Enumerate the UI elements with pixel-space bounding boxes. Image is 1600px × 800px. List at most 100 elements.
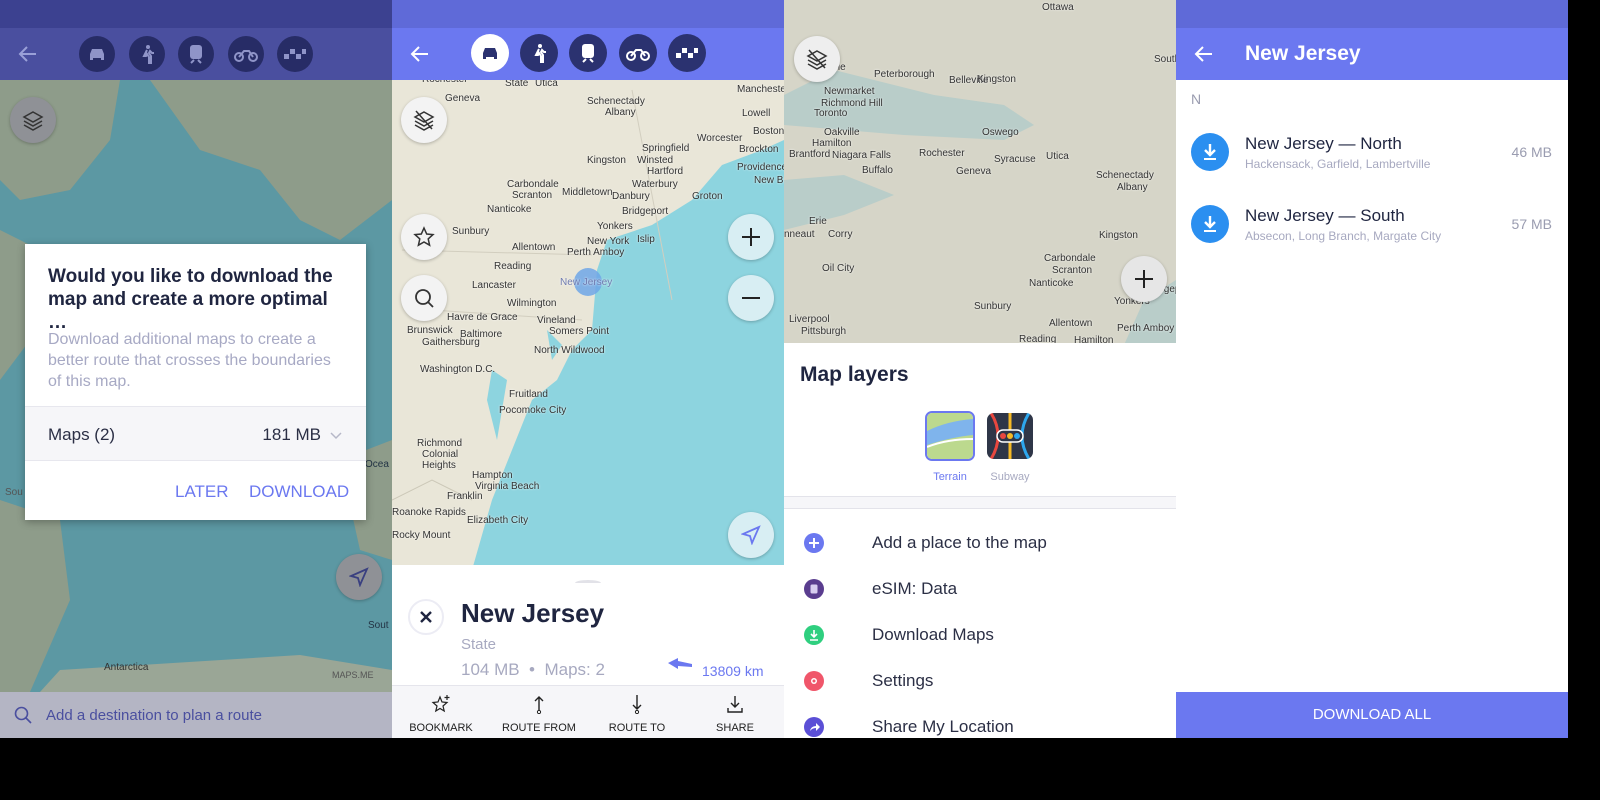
map-label: Roanoke Rapids: [392, 507, 466, 518]
map-label: Reading: [494, 261, 532, 272]
back-arrow-icon[interactable]: [14, 40, 42, 68]
status-bar: [1176, 0, 1568, 28]
my-location-button[interactable]: [336, 554, 382, 600]
layer-subway-button[interactable]: [987, 413, 1033, 459]
map-label: Nanticoke: [487, 204, 532, 215]
menu-label: Settings: [872, 671, 934, 690]
mode-bike-button[interactable]: [619, 34, 657, 72]
download-icon: [804, 625, 824, 645]
divider: [784, 496, 1176, 509]
route-toolbar: [0, 28, 392, 80]
map-label: Hampton: [472, 470, 513, 481]
later-button[interactable]: LATER: [175, 482, 229, 502]
layers-button[interactable]: [10, 97, 56, 143]
mode-car-button[interactable]: [471, 34, 509, 72]
region-name: New Jersey — South: [1245, 205, 1405, 225]
share-location-icon: [804, 717, 824, 737]
map-label: Liverpool: [789, 314, 830, 325]
sheet-title: Map layers: [800, 363, 909, 386]
map-label: Somers Point: [549, 326, 610, 337]
destination-search-input[interactable]: Add a destination to plan a route: [46, 707, 262, 724]
map-label: Oakville: [824, 127, 860, 138]
download-icon[interactable]: [1191, 133, 1229, 171]
back-arrow-icon[interactable]: [406, 40, 434, 68]
bookmark-star-icon: [431, 695, 450, 713]
mode-car-button[interactable]: [79, 36, 115, 72]
menu-item-esim[interactable]: eSIM: Data: [784, 566, 1176, 612]
map-label: Brunswick: [407, 325, 453, 336]
bookmarks-button[interactable]: [401, 214, 447, 260]
map-label: Elizabeth City: [467, 515, 529, 526]
map-label: Toronto: [814, 108, 848, 119]
share-action[interactable]: SHARE: [686, 686, 784, 738]
download-icon[interactable]: [1191, 205, 1229, 243]
menu-item-share-location[interactable]: Share My Location: [784, 704, 1176, 738]
mode-walk-button[interactable]: [129, 36, 165, 72]
map-label: Albany: [1117, 182, 1148, 193]
my-location-button[interactable]: [728, 512, 774, 558]
map-label: Rocky Mount: [392, 530, 451, 541]
mode-taxi-button[interactable]: [277, 36, 313, 72]
download-button[interactable]: DOWNLOAD: [249, 482, 349, 502]
route-from-icon: [534, 696, 544, 715]
region-item[interactable]: New Jersey — South Absecon, Long Branch, …: [1176, 196, 1568, 252]
maps-expander[interactable]: Maps (2) 181 MB: [25, 406, 366, 461]
menu-item-settings[interactable]: Settings: [784, 658, 1176, 704]
map-label: Ottawa: [1042, 2, 1074, 13]
zoom-out-button[interactable]: [728, 275, 774, 321]
region-size: 46 MB: [1511, 144, 1552, 160]
menu-item-add-place[interactable]: Add a place to the map: [784, 520, 1176, 566]
map-label: Manchester: [737, 84, 784, 95]
zoom-in-button[interactable]: [1121, 256, 1167, 302]
mode-bike-button[interactable]: [228, 36, 264, 72]
map-label: Geneva: [445, 93, 481, 104]
menu-label: Share My Location: [872, 717, 1014, 736]
search-icon: [415, 289, 434, 308]
map-label: New Jersey: [560, 277, 613, 288]
search-button[interactable]: [401, 275, 447, 321]
back-arrow-icon[interactable]: [1190, 40, 1218, 68]
map-label: Peterborough: [874, 69, 935, 80]
map-label: Sunbury: [452, 226, 490, 237]
map-label: Scranton: [512, 190, 553, 201]
zoom-in-button[interactable]: [728, 214, 774, 260]
map-label: Rochester: [919, 148, 965, 159]
map-label: Groton: [692, 191, 723, 202]
action-label: BOOKMARK: [409, 722, 473, 734]
map-label: Sunbury: [974, 301, 1012, 312]
screen-route-dialog: Antarctica MAPS.ME Sou Ocea Sout Would y…: [0, 0, 392, 738]
menu-item-download-maps[interactable]: Download Maps: [784, 612, 1176, 658]
region-item[interactable]: New Jersey — North Hackensack, Garfield, …: [1176, 124, 1568, 180]
destination-search-bar[interactable]: Add a destination to plan a route: [0, 692, 392, 738]
drag-handle[interactable]: [575, 580, 601, 586]
layers-off-icon: [413, 110, 435, 131]
map-label: Nanticoke: [1029, 278, 1074, 289]
map-label: Buffalo: [862, 165, 893, 176]
mode-taxi-button[interactable]: [668, 34, 706, 72]
map-label: Newmarket: [824, 86, 875, 97]
minus-icon: [742, 297, 760, 299]
route-from-action[interactable]: ROUTE FROM: [490, 686, 588, 738]
pedestrian-icon: [142, 45, 154, 64]
plus-icon: [742, 228, 760, 246]
layers-off-button[interactable]: [401, 97, 447, 143]
map-label: North Wildwood: [534, 345, 605, 356]
navigation-arrow-icon: [349, 567, 369, 587]
map-label: Antarctica: [104, 662, 149, 673]
layers-icon: [22, 111, 44, 131]
map-label: Yonkers: [597, 221, 633, 232]
mode-transit-button[interactable]: [569, 34, 607, 72]
map-label: Carbondale: [1044, 253, 1096, 264]
layer-terrain-button[interactable]: [925, 411, 975, 461]
map-label: Syracuse: [994, 154, 1036, 165]
place-maps-count: Maps: 2: [544, 660, 605, 679]
layers-off-button[interactable]: [794, 36, 840, 82]
download-all-button[interactable]: DOWNLOAD ALL: [1176, 692, 1568, 738]
mode-walk-button[interactable]: [520, 34, 558, 72]
route-to-action[interactable]: ROUTE TO: [588, 686, 686, 738]
bookmark-action[interactable]: BOOKMARK: [392, 686, 490, 738]
map-label: Danbury: [612, 191, 650, 202]
close-button[interactable]: [408, 599, 444, 635]
mode-transit-button[interactable]: [178, 36, 214, 72]
map-label: Franklin: [447, 491, 483, 502]
